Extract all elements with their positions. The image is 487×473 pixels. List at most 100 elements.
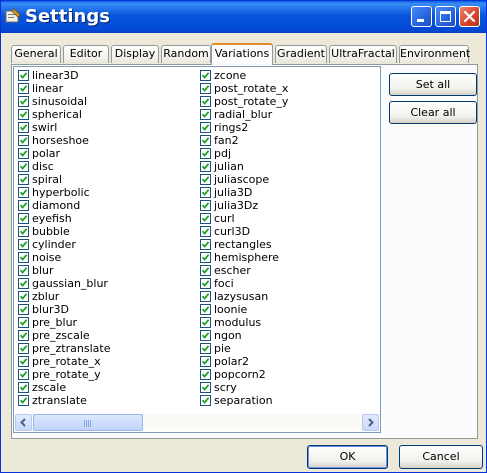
variation-checkbox[interactable] [200,395,211,406]
variation-label: sinusoidal [32,95,88,108]
variation-checkbox[interactable] [18,96,29,107]
variation-checkbox[interactable] [200,187,211,198]
variation-checkbox[interactable] [18,343,29,354]
variation-checkbox[interactable] [200,317,211,328]
variation-checkbox[interactable] [18,330,29,341]
variation-checkbox[interactable] [18,200,29,211]
checkmark-icon [19,176,28,183]
variation-label: zblur [32,290,60,303]
checkmark-icon [19,345,28,352]
variation-checkbox[interactable] [200,343,211,354]
variation-checkbox[interactable] [200,135,211,146]
checkmark-icon [201,332,210,339]
tab-gradient[interactable]: Gradient [275,45,327,63]
variation-checkbox[interactable] [18,252,29,263]
variation-checkbox[interactable] [18,278,29,289]
variation-label: pdj [214,147,232,160]
variation-checkbox[interactable] [18,382,29,393]
variation-label: rectangles [214,238,272,251]
variation-checkbox[interactable] [18,369,29,380]
checkmark-icon [19,72,28,79]
tab-environment[interactable]: Environment [399,45,470,63]
checkmark-icon [19,228,28,235]
variation-checkbox[interactable] [200,278,211,289]
maximize-button[interactable] [435,6,456,27]
scroll-right-button[interactable] [362,414,379,431]
variation-checkbox[interactable] [18,70,29,81]
variation-checkbox[interactable] [200,109,211,120]
variation-checkbox[interactable] [18,148,29,159]
variation-checkbox[interactable] [200,200,211,211]
variation-checkbox[interactable] [200,70,211,81]
variation-checkbox[interactable] [18,161,29,172]
variation-checkbox[interactable] [18,226,29,237]
variation-checkbox[interactable] [200,226,211,237]
variation-checkbox[interactable] [18,174,29,185]
variation-checkbox[interactable] [18,83,29,94]
set-all-button[interactable]: Set all [389,73,477,96]
variation-checkbox[interactable] [18,265,29,276]
variation-checkbox[interactable] [200,174,211,185]
variation-checkbox[interactable] [200,382,211,393]
checkmark-icon [19,98,28,105]
checkmark-icon [201,254,210,261]
variation-checkbox[interactable] [200,83,211,94]
scroll-left-button[interactable] [15,414,32,431]
checkmark-icon [201,228,210,235]
variation-checkbox[interactable] [200,265,211,276]
variation-checkbox[interactable] [200,369,211,380]
minimize-button[interactable] [411,6,432,27]
variation-checkbox[interactable] [200,148,211,159]
variation-checkbox[interactable] [200,213,211,224]
variation-label: cylinder [32,238,76,251]
variation-checkbox[interactable] [200,291,211,302]
scrollbar-thumb[interactable] [33,414,143,431]
variation-checkbox[interactable] [18,317,29,328]
tab-variations[interactable]: Variations [211,43,273,65]
variation-checkbox[interactable] [18,187,29,198]
variation-checkbox[interactable] [18,239,29,250]
variation-checkbox[interactable] [18,122,29,133]
variation-label: julian [214,160,244,173]
variation-checkbox[interactable] [18,395,29,406]
tab-general[interactable]: General [11,45,61,63]
checkmark-icon [201,319,210,326]
close-button[interactable] [459,6,480,27]
clear-all-button[interactable]: Clear all [389,101,477,124]
horizontal-scrollbar[interactable] [15,414,379,431]
variation-checkbox[interactable] [18,135,29,146]
variation-checkbox[interactable] [200,330,211,341]
variation-checkbox[interactable] [200,356,211,367]
variation-checkbox[interactable] [200,122,211,133]
tab-random[interactable]: Random [161,45,211,63]
variation-checkbox[interactable] [18,304,29,315]
variation-checkbox[interactable] [18,109,29,120]
checkmark-icon [19,254,28,261]
variation-checkbox[interactable] [18,356,29,367]
chevron-left-icon [20,418,26,427]
variation-checkbox[interactable] [200,239,211,250]
checkmark-icon [201,306,210,313]
tab-editor[interactable]: Editor [63,45,109,63]
tab-display[interactable]: Display [111,45,159,63]
settings-window: Settings General Editor Display Random V… [0,0,487,473]
variations-checklist[interactable]: linear3D linear sinusoidal spherical swirl ho… [13,66,381,433]
checkmark-icon [201,111,210,118]
ok-button[interactable]: OK [307,445,388,469]
checkmark-icon [201,371,210,378]
variation-checkbox[interactable] [18,291,29,302]
variation-checkbox[interactable] [200,96,211,107]
variation-label: separation [214,394,273,407]
variation-checkbox[interactable] [200,304,211,315]
title-bar[interactable]: Settings [1,1,486,33]
variation-label: julia3D [214,186,253,199]
variation-checkbox[interactable] [200,161,211,172]
checkmark-icon [19,85,28,92]
cancel-button[interactable]: Cancel [399,445,483,469]
tab-ultrafractal[interactable]: UltraFractal [329,45,397,63]
variation-checkbox[interactable] [200,252,211,263]
variation-label: gaussian_blur [32,277,108,290]
checkmark-icon [201,267,210,274]
checkmark-icon [19,241,28,248]
variation-checkbox[interactable] [18,213,29,224]
